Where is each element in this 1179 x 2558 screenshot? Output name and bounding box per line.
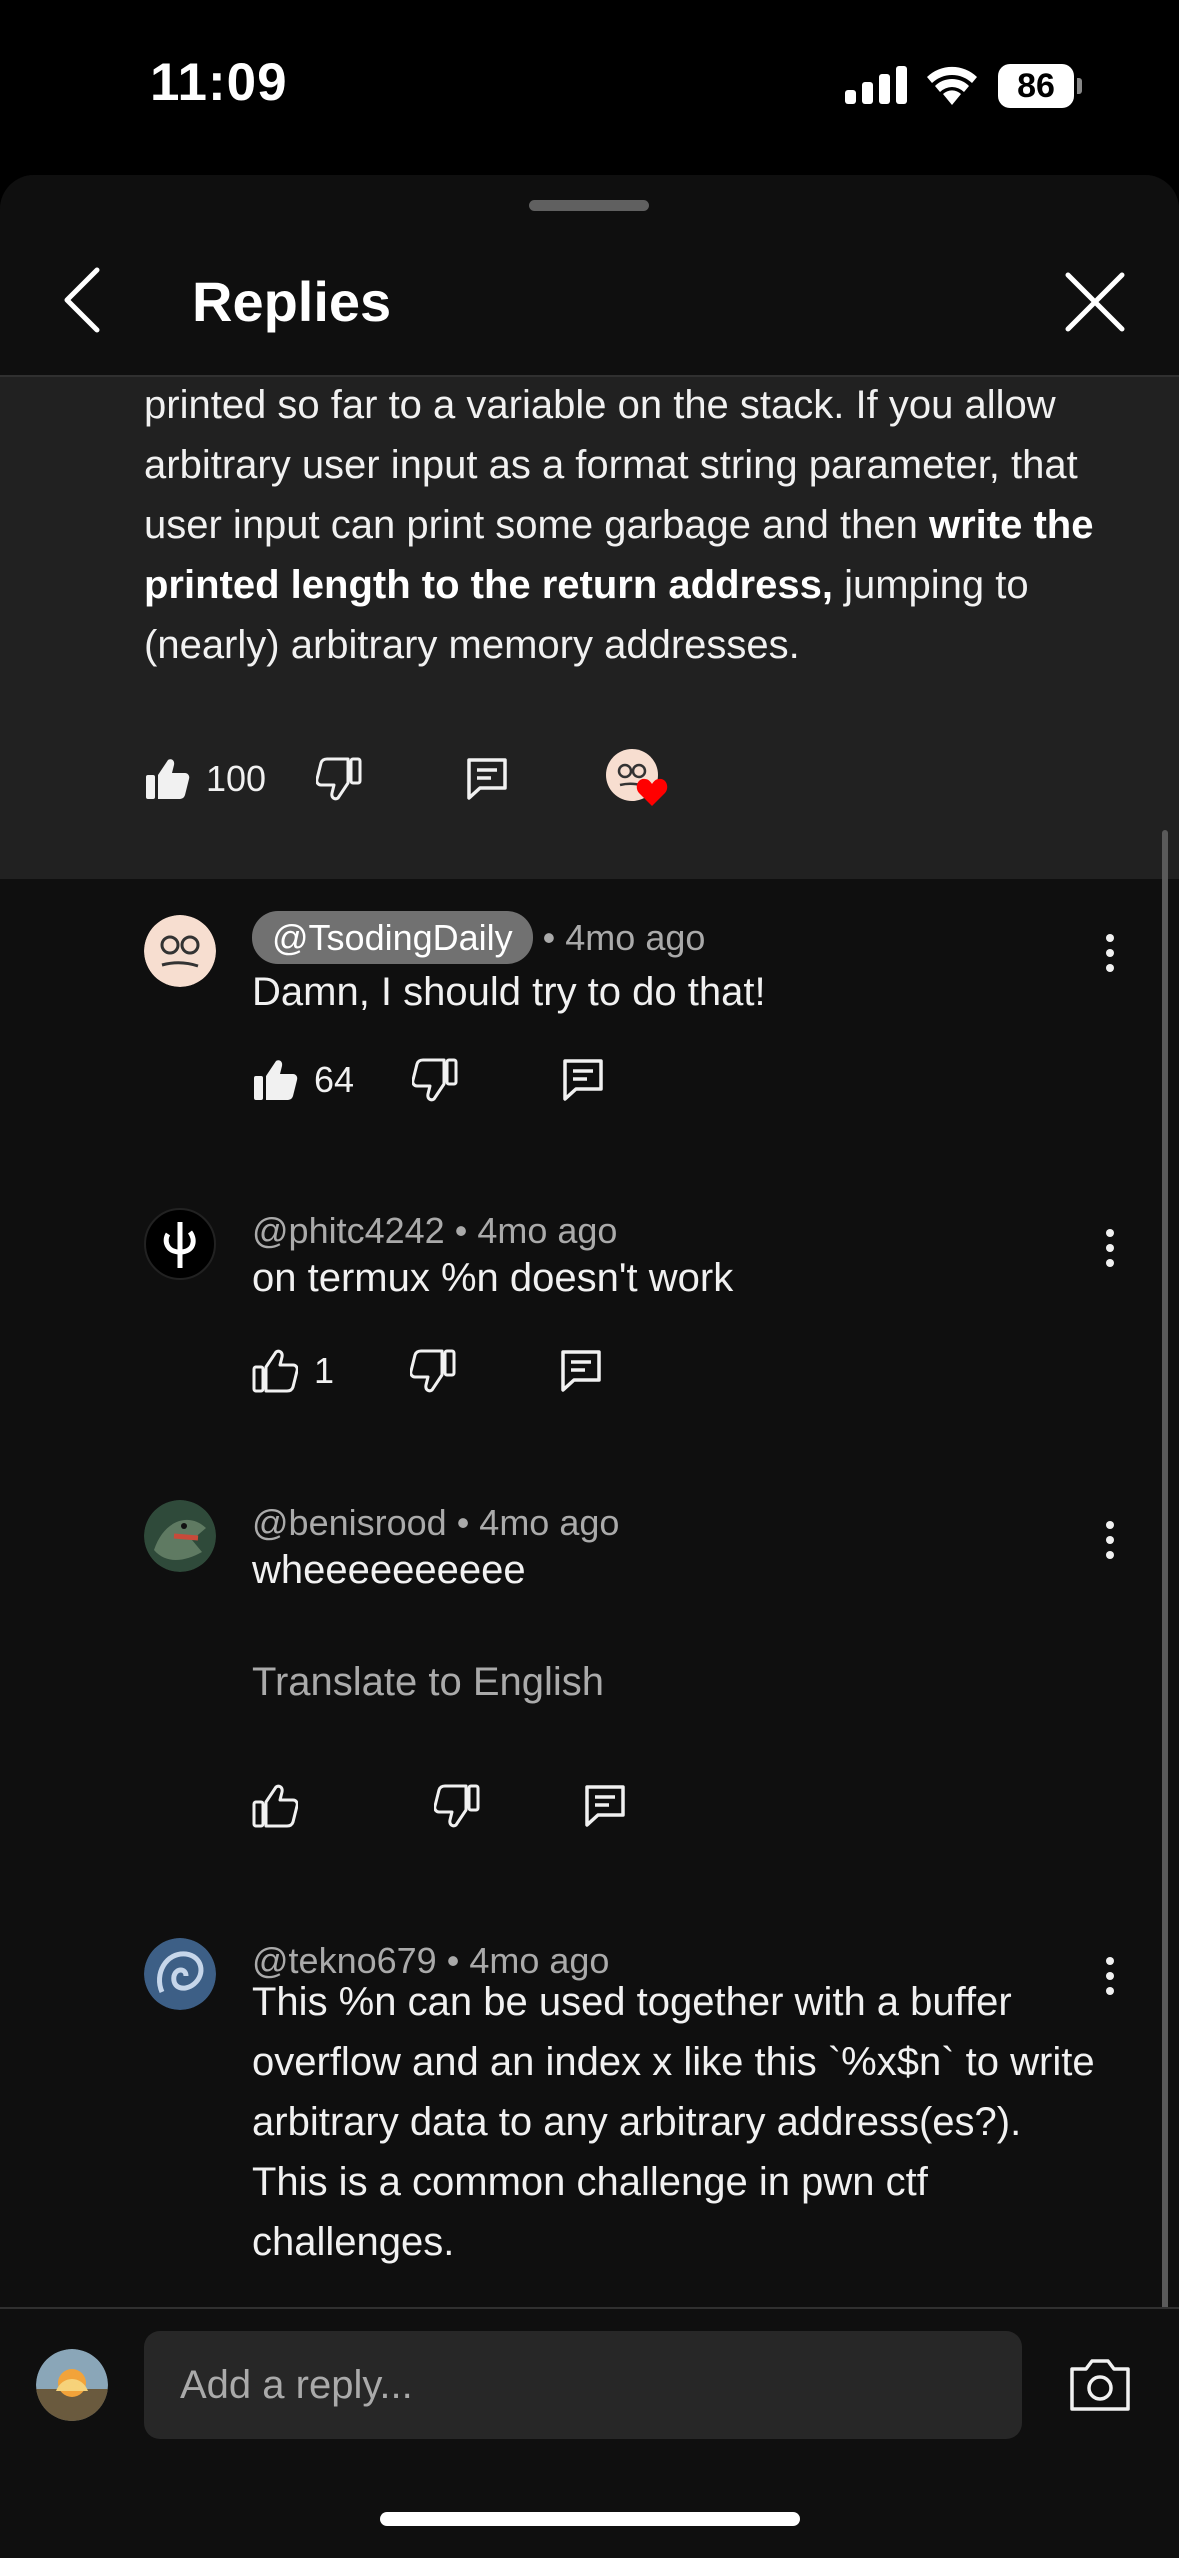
tekno-avatar <box>144 1938 216 2010</box>
close-icon[interactable] <box>1060 267 1130 337</box>
creator-heart <box>606 749 668 809</box>
more-vert-icon[interactable] <box>1100 1956 1120 1996</box>
home-indicator <box>380 2512 800 2526</box>
thumbs-down-icon[interactable] <box>434 1783 480 1829</box>
reply-age: 4mo ago <box>479 1502 620 1543</box>
more-vert-icon[interactable] <box>1100 1228 1120 1268</box>
page-title: Replies <box>192 270 392 333</box>
reply-actions: 64 <box>252 1057 604 1103</box>
wifi-icon <box>927 66 977 105</box>
meta-separator: • <box>542 917 566 958</box>
parent-like-count: 100 <box>206 758 267 799</box>
parent-comment-text: printed so far to a variable on the stac… <box>144 375 1104 675</box>
status-time: 11:09 <box>150 53 288 112</box>
comment-icon[interactable] <box>562 1058 604 1102</box>
battery-indicator: 86 <box>998 64 1074 108</box>
reply-meta: @TsodingDaily • 4mo ago <box>252 911 706 964</box>
creator-heart-icon <box>636 778 668 806</box>
parent-actions: 100 <box>144 749 668 809</box>
reply-text: on termux %n doesn't work <box>252 1256 734 1300</box>
creator-handle-chip[interactable]: @TsodingDaily <box>252 911 533 964</box>
comment-icon[interactable] <box>584 1784 626 1828</box>
thumbs-up-icon <box>252 1349 298 1393</box>
reply-text: wheeeeeeeeee <box>252 1548 526 1592</box>
avatar[interactable] <box>144 915 216 987</box>
avatar[interactable] <box>144 1208 216 1280</box>
camera-icon[interactable] <box>1068 2357 1132 2413</box>
reply-author[interactable]: @phitc4242 <box>252 1210 445 1251</box>
thumbs-down-icon[interactable] <box>410 1348 456 1394</box>
reply-actions: 1 <box>252 1348 602 1394</box>
reply-text: This %n can be used together with a buff… <box>252 1980 1095 2264</box>
like-button[interactable]: 64 <box>252 1057 354 1103</box>
phi-avatar <box>163 1222 196 1268</box>
thumbs-down-icon[interactable] <box>412 1057 458 1103</box>
reply-actions <box>252 1783 626 1829</box>
reply-age: 4mo ago <box>565 917 706 958</box>
thumbs-up-icon <box>146 759 190 799</box>
translate-link[interactable]: Translate to English <box>252 1660 604 1705</box>
like-button[interactable]: 1 <box>252 1348 334 1394</box>
parent-comment: printed so far to a variable on the stac… <box>0 377 1179 879</box>
chevron-left-icon[interactable] <box>55 260 115 340</box>
like-count: 1 <box>314 1350 335 1391</box>
thumbs-up-icon <box>252 1784 298 1828</box>
more-vert-icon[interactable] <box>1100 1520 1120 1560</box>
tsoding-avatar <box>144 915 216 987</box>
like-button[interactable] <box>252 1783 314 1829</box>
like-count: 64 <box>314 1059 355 1100</box>
reply-meta: @benisrood • 4mo ago <box>252 1502 619 1544</box>
battery-tip <box>1077 78 1082 94</box>
meta-separator: • <box>454 1210 478 1251</box>
status-bar: 11:09 86 <box>0 0 1179 175</box>
thumbs-up-icon <box>254 1060 298 1100</box>
scrollbar[interactable] <box>1162 830 1168 2345</box>
thumbs-down-icon[interactable] <box>316 756 362 802</box>
replies-header: Replies <box>0 175 1179 377</box>
comment-icon[interactable] <box>560 1349 602 1393</box>
more-vert-icon[interactable] <box>1100 933 1120 973</box>
reply-meta: @phitc4242 • 4mo ago <box>252 1210 617 1252</box>
avatar[interactable] <box>144 1938 216 2010</box>
cellular-signal-icon <box>845 66 907 104</box>
reply-text: Damn, I should try to do that! <box>252 970 766 1014</box>
meta-separator: • <box>456 1502 480 1543</box>
parent-like-button[interactable]: 100 <box>144 756 266 802</box>
benisrood-avatar <box>144 1500 216 1572</box>
reply-author[interactable]: @benisrood <box>252 1502 447 1543</box>
replies-sheet: Replies printed so far to a variable on … <box>0 175 1179 2556</box>
reply-input[interactable] <box>144 2331 1022 2439</box>
avatar[interactable] <box>144 1500 216 1572</box>
reply-age: 4mo ago <box>477 1210 618 1251</box>
comment-icon[interactable] <box>466 757 508 801</box>
avatar <box>36 2349 108 2421</box>
user-avatar <box>36 2349 108 2421</box>
drag-handle[interactable] <box>529 200 649 211</box>
